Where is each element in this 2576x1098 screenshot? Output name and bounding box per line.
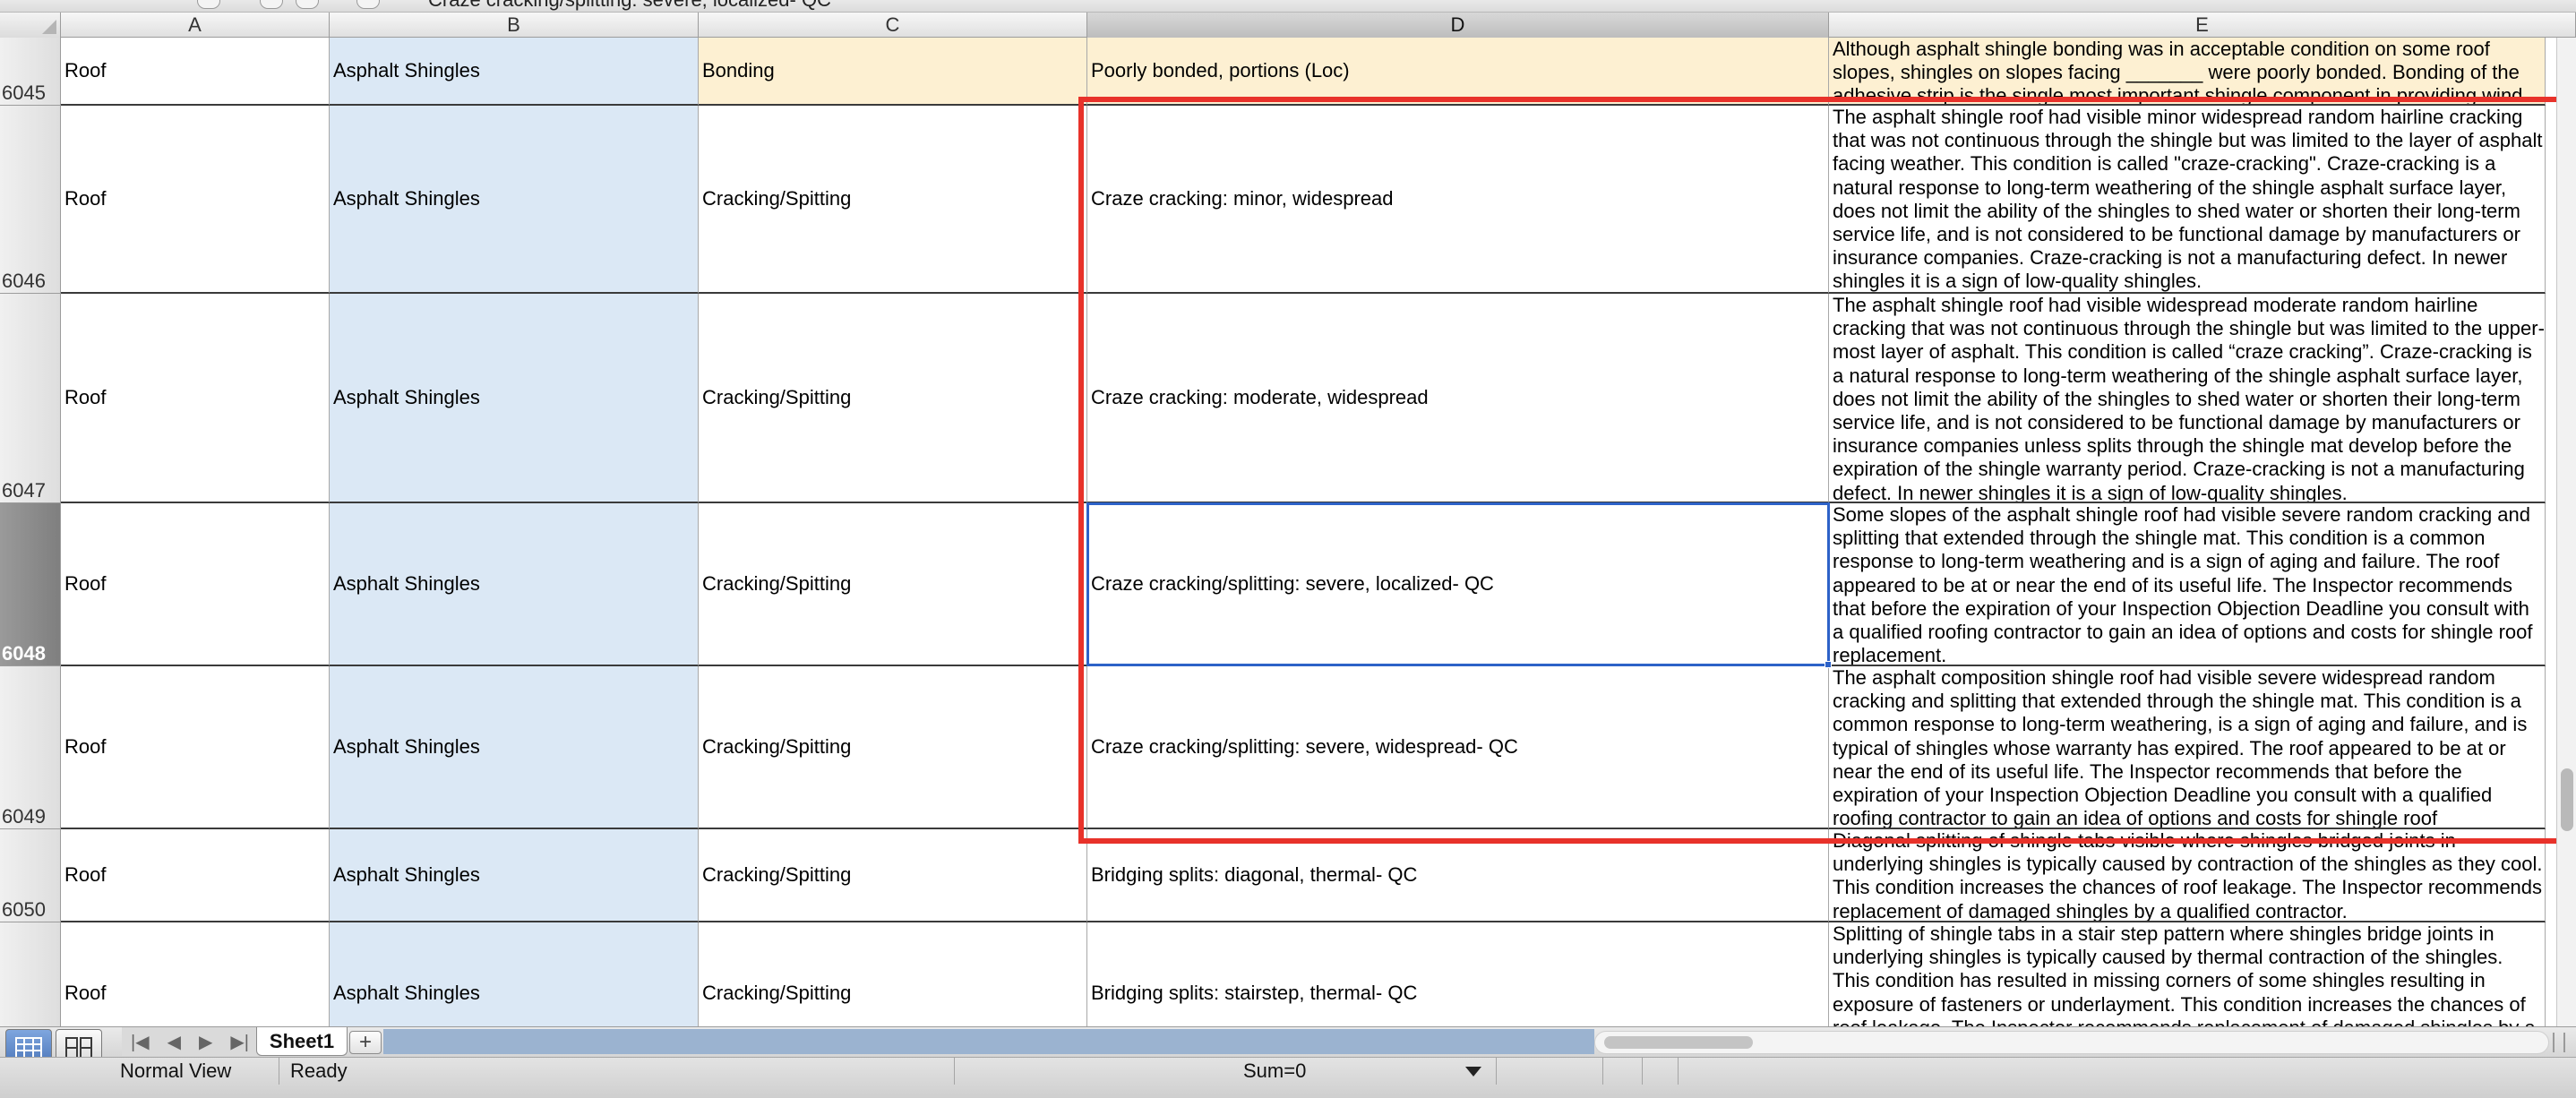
table-row: 6050 Roof Asphalt Shingles Cracking/Spit… (0, 829, 2576, 922)
row-number[interactable]: 6050 (0, 829, 61, 922)
cell-a[interactable]: Roof (61, 922, 330, 1026)
cancel-formula-icon[interactable] (197, 0, 220, 9)
cell-b[interactable]: Asphalt Shingles (330, 829, 699, 922)
cell-c[interactable]: Bonding (699, 38, 1087, 106)
sum-display[interactable]: Sum=0 (1236, 1058, 1496, 1085)
horizontal-scroll-thumb[interactable] (1604, 1036, 1753, 1049)
cell-d[interactable]: Poorly bonded, portions (Loc) (1087, 38, 1829, 106)
vertical-scrollbar[interactable] (2556, 38, 2576, 1026)
fill-handle[interactable] (1825, 661, 1832, 668)
enter-formula-icon[interactable] (260, 0, 283, 9)
formula-input[interactable]: Craze cracking/splitting: severe, locali… (428, 0, 831, 12)
cell-a[interactable]: Roof (61, 503, 330, 666)
cell-grid: 6045 Roof Asphalt Shingles Bonding Poorl… (0, 38, 2576, 1026)
table-row: 6047 Roof Asphalt Shingles Cracking/Spit… (0, 294, 2576, 503)
sheet-tab-strip (383, 1029, 1594, 1054)
column-header-c[interactable]: C (699, 13, 1087, 38)
row-number[interactable]: 6046 (0, 106, 61, 294)
cell-a[interactable]: Roof (61, 829, 330, 922)
cell-b[interactable]: Asphalt Shingles (330, 294, 699, 503)
cell-a[interactable]: Roof (61, 106, 330, 294)
last-sheet-icon[interactable]: ▶| (230, 1031, 249, 1053)
sheet-tab-bar: |◀ ◀ ▶ ▶| Sheet1 + (0, 1026, 2576, 1067)
cell-d[interactable]: Craze cracking: moderate, widespread (1087, 294, 1829, 503)
cell-e[interactable]: Diagonal splitting of shingle tabs visib… (1829, 829, 2546, 922)
split-handle-icon[interactable] (2553, 1033, 2565, 1052)
status-segment-empty (1496, 1058, 1603, 1085)
status-segment-empty (1603, 1058, 1643, 1085)
cell-c[interactable]: Cracking/Spitting (699, 106, 1087, 294)
cell-b[interactable]: Asphalt Shingles (330, 666, 699, 829)
row-number[interactable]: 6047 (0, 294, 61, 503)
column-header-d[interactable]: D (1087, 13, 1829, 38)
table-row: 6051 Roof Asphalt Shingles Cracking/Spit… (0, 922, 2576, 1026)
cell-d[interactable]: Bridging splits: stairstep, thermal- QC (1087, 922, 1829, 1026)
cell-c[interactable]: Cracking/Spitting (699, 294, 1087, 503)
table-row: 6048 Roof Asphalt Shingles Cracking/Spit… (0, 503, 2576, 666)
cell-a[interactable]: Roof (61, 294, 330, 503)
status-bar: Normal View Ready Sum=0 (0, 1057, 2576, 1098)
cell-e[interactable]: Some slopes of the asphalt shingle roof … (1829, 503, 2546, 666)
cell-b[interactable]: Asphalt Shingles (330, 503, 699, 666)
cell-e[interactable]: The asphalt shingle roof had visible wid… (1829, 294, 2546, 503)
cell-b[interactable]: Asphalt Shingles (330, 922, 699, 1026)
next-sheet-icon[interactable]: ▶ (199, 1031, 212, 1053)
cell-b[interactable]: Asphalt Shingles (330, 106, 699, 294)
cell-c[interactable]: Cracking/Spitting (699, 503, 1087, 666)
sheet-tab-sheet1[interactable]: Sheet1 (256, 1027, 348, 1056)
cell-a[interactable]: Roof (61, 666, 330, 829)
cell-d[interactable]: Craze cracking/splitting: severe, widesp… (1087, 666, 1829, 829)
table-row: 6045 Roof Asphalt Shingles Bonding Poorl… (0, 38, 2576, 106)
chevron-down-icon[interactable] (1465, 1067, 1481, 1077)
row-number[interactable]: 6045 (0, 38, 61, 106)
cell-e[interactable]: Although asphalt shingle bonding was in … (1829, 38, 2546, 106)
function-icon[interactable] (296, 0, 319, 9)
select-all-corner[interactable] (0, 13, 61, 38)
cell-e[interactable]: The asphalt composition shingle roof had… (1829, 666, 2546, 829)
horizontal-scrollbar[interactable] (1594, 1031, 2549, 1054)
cell-d[interactable]: Craze cracking: minor, widespread (1087, 106, 1829, 294)
column-header-row: A B C D E (0, 13, 2576, 38)
row-number[interactable]: 6049 (0, 666, 61, 829)
prev-sheet-icon[interactable]: ◀ (167, 1031, 181, 1053)
cell-e[interactable]: The asphalt shingle roof had visible min… (1829, 106, 2546, 294)
row-number-selected[interactable]: 6048 (0, 503, 61, 666)
cell-d-active[interactable]: Craze cracking/splitting: severe, locali… (1087, 503, 1829, 666)
table-row: 6049 Roof Asphalt Shingles Cracking/Spit… (0, 666, 2576, 829)
cell-c[interactable]: Cracking/Spitting (699, 922, 1087, 1026)
add-sheet-button[interactable]: + (349, 1030, 382, 1054)
cell-b[interactable]: Asphalt Shingles (330, 38, 699, 106)
vertical-scroll-thumb[interactable] (2561, 768, 2573, 831)
spreadsheet-window: Craze cracking/splitting: severe, locali… (0, 0, 2576, 1098)
column-header-e[interactable]: E (1829, 13, 2576, 38)
cell-e[interactable]: Splitting of shingle tabs in a stair ste… (1829, 922, 2546, 1026)
formula-bar: Craze cracking/splitting: severe, locali… (0, 0, 2576, 13)
table-row: 6046 Roof Asphalt Shingles Cracking/Spit… (0, 106, 2576, 294)
sheet-navigation: |◀ ◀ ▶ ▶| (122, 1027, 258, 1056)
column-header-a[interactable]: A (61, 13, 330, 38)
first-sheet-icon[interactable]: |◀ (131, 1031, 150, 1053)
status-state: Ready (283, 1058, 955, 1085)
cell-c[interactable]: Cracking/Spitting (699, 829, 1087, 922)
cell-c[interactable]: Cracking/Spitting (699, 666, 1087, 829)
column-header-b[interactable]: B (330, 13, 699, 38)
cell-d[interactable]: Bridging splits: diagonal, thermal- QC (1087, 829, 1829, 922)
status-segment-empty (1643, 1058, 1679, 1085)
row-number[interactable]: 6051 (0, 922, 61, 1026)
view-mode-label: Normal View (113, 1058, 279, 1085)
formula-dropdown-icon[interactable] (356, 0, 380, 9)
cell-a[interactable]: Roof (61, 38, 330, 106)
